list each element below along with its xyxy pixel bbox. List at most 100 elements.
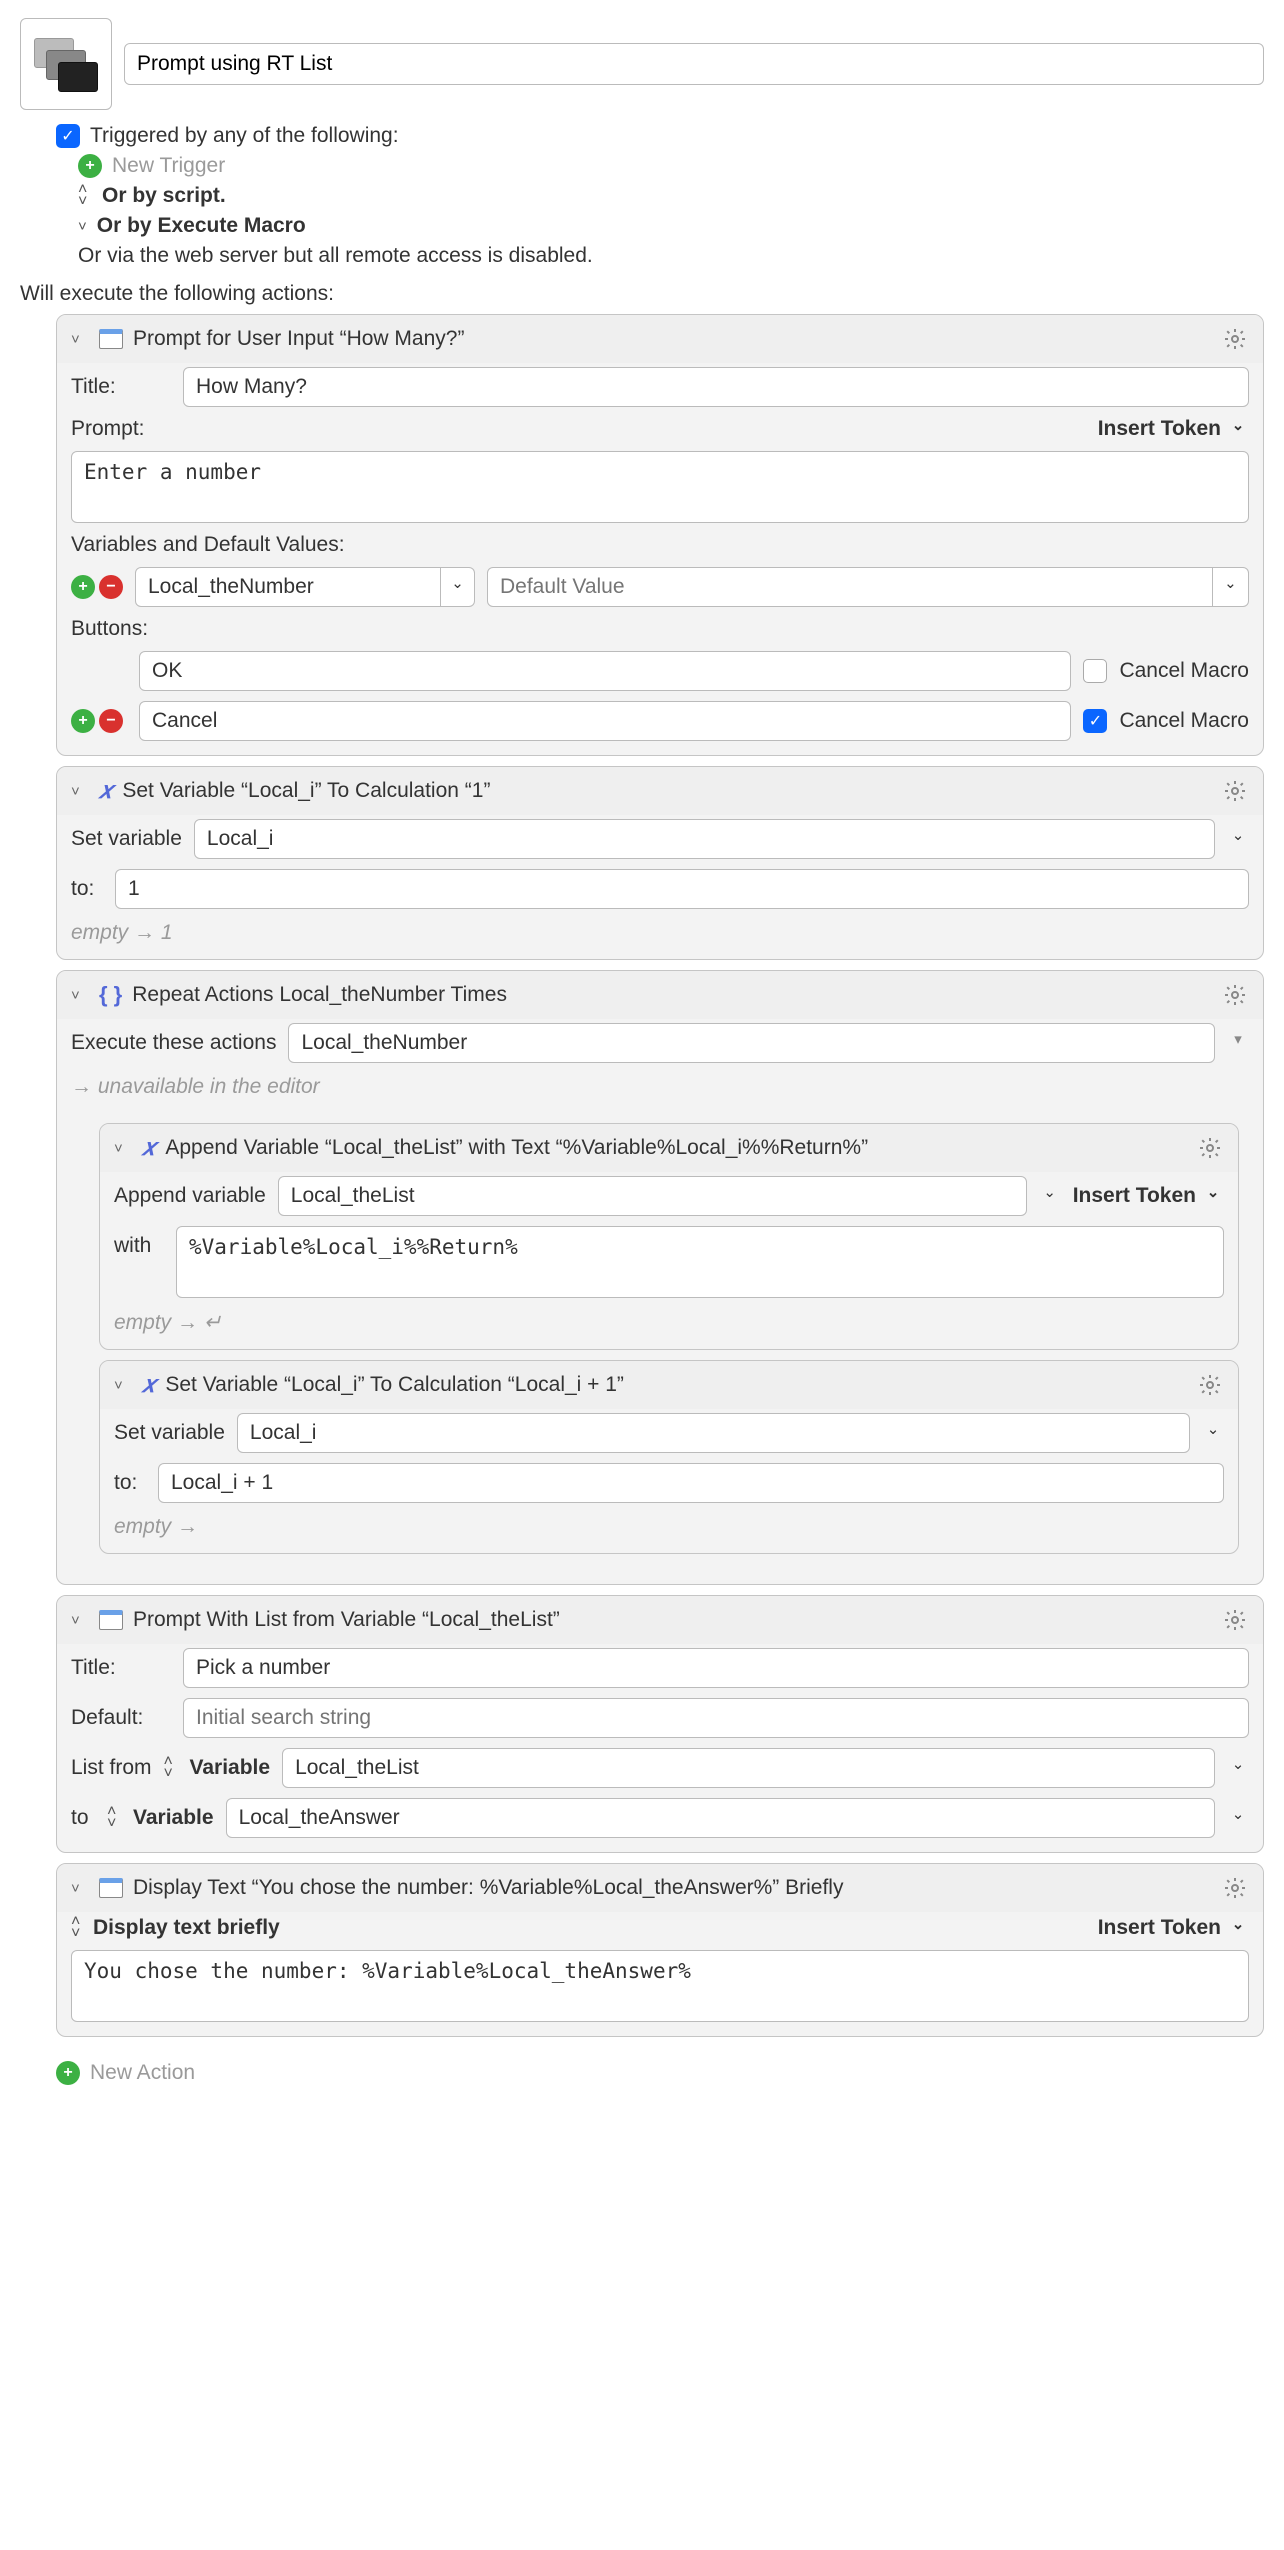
app-window-icon bbox=[99, 329, 123, 349]
add-button-button[interactable]: + bbox=[71, 709, 95, 733]
app-window-icon bbox=[99, 1610, 123, 1630]
or-by-script-label[interactable]: Or by script. bbox=[102, 184, 226, 208]
add-trigger-button[interactable]: + bbox=[78, 154, 102, 178]
variable-label[interactable]: Variable bbox=[190, 1756, 271, 1780]
with-textarea[interactable] bbox=[176, 1226, 1224, 1298]
add-var-button[interactable]: + bbox=[71, 575, 95, 599]
to-value-input[interactable] bbox=[115, 869, 1249, 909]
or-by-execute-label[interactable]: Or by Execute Macro bbox=[97, 214, 306, 238]
action-title: Repeat Actions Local_theNumber Times bbox=[132, 983, 1211, 1007]
var-name-input[interactable] bbox=[135, 567, 441, 607]
disclose-icon[interactable] bbox=[71, 987, 89, 1004]
cancel-macro-label: Cancel Macro bbox=[1119, 659, 1249, 683]
variable-x-icon: 𝑥 bbox=[142, 1372, 155, 1399]
display-mode-button[interactable]: Display text briefly bbox=[93, 1916, 280, 1940]
prompt-textarea[interactable] bbox=[71, 451, 1249, 523]
set-variable-dropdown[interactable] bbox=[1202, 1424, 1224, 1442]
triggered-checkbox[interactable]: ✓ bbox=[56, 124, 80, 148]
buttons-label: Buttons: bbox=[71, 617, 148, 641]
preview-row: empty → 1 bbox=[71, 919, 1249, 945]
gear-icon[interactable] bbox=[1221, 325, 1249, 353]
gear-icon[interactable] bbox=[1221, 981, 1249, 1009]
set-variable-input[interactable] bbox=[194, 819, 1215, 859]
gear-icon[interactable] bbox=[1196, 1371, 1224, 1399]
gear-icon[interactable] bbox=[1221, 777, 1249, 805]
action-title: Prompt for User Input “How Many?” bbox=[133, 327, 1211, 351]
prompt-label: Prompt: bbox=[71, 417, 171, 441]
dest-var-input[interactable] bbox=[226, 1798, 1215, 1838]
ok-cancel-macro-checkbox[interactable]: ✓ bbox=[1083, 659, 1107, 683]
list-var-dropdown[interactable] bbox=[1227, 1759, 1249, 1777]
disclose-icon[interactable] bbox=[71, 1612, 89, 1629]
title-input[interactable] bbox=[183, 367, 1249, 407]
disclose-icon[interactable] bbox=[114, 1140, 132, 1157]
repeat-dropdown[interactable] bbox=[1227, 1034, 1249, 1052]
remove-var-button[interactable]: − bbox=[99, 575, 123, 599]
new-action-label[interactable]: New Action bbox=[90, 2061, 195, 2085]
variable-x-icon: 𝑥 bbox=[99, 778, 112, 805]
insert-token-button[interactable]: Insert Token bbox=[1098, 417, 1249, 441]
add-action-button[interactable]: + bbox=[56, 2061, 80, 2085]
cancel-macro-label-2: Cancel Macro bbox=[1119, 709, 1249, 733]
title-label: Title: bbox=[71, 375, 171, 399]
sort-icon-small[interactable] bbox=[71, 1917, 85, 1939]
gear-icon[interactable] bbox=[1221, 1874, 1249, 1902]
list-var-input[interactable] bbox=[282, 1748, 1215, 1788]
chevron-down-icon[interactable] bbox=[78, 218, 87, 235]
new-trigger-label[interactable]: New Trigger bbox=[112, 154, 225, 178]
to-label: to bbox=[71, 1806, 95, 1830]
var-name-dropdown[interactable] bbox=[441, 567, 475, 607]
action-title: Set Variable “Local_i” To Calculation “1… bbox=[122, 779, 1211, 803]
disclose-icon[interactable] bbox=[71, 331, 89, 348]
to-label: to: bbox=[114, 1471, 146, 1495]
macro-icon[interactable] bbox=[20, 18, 112, 110]
repeat-count-input[interactable] bbox=[288, 1023, 1215, 1063]
preview-row: empty → bbox=[114, 1513, 1224, 1539]
action-prompt-user-input: Prompt for User Input “How Many?” Title:… bbox=[56, 314, 1264, 756]
disclose-icon[interactable] bbox=[71, 1880, 89, 1897]
insert-token-button[interactable]: Insert Token bbox=[1073, 1184, 1224, 1208]
stacked-windows-icon bbox=[34, 38, 98, 90]
action-title: Set Variable “Local_i” To Calculation “L… bbox=[165, 1373, 1186, 1397]
variable-x-icon: 𝑥 bbox=[142, 1135, 155, 1162]
var-default-dropdown[interactable] bbox=[1213, 567, 1249, 607]
sort-icon-small[interactable] bbox=[164, 1757, 178, 1779]
gear-icon[interactable] bbox=[1196, 1134, 1224, 1162]
insert-token-button[interactable]: Insert Token bbox=[1098, 1916, 1249, 1940]
remote-access-label: Or via the web server but all remote acc… bbox=[78, 244, 593, 268]
braces-icon: { } bbox=[99, 982, 122, 1008]
append-label: Append variable bbox=[114, 1184, 266, 1208]
set-variable-label: Set variable bbox=[114, 1421, 225, 1445]
action-display-text: Display Text “You chose the number: %Var… bbox=[56, 1863, 1264, 2037]
sort-icon[interactable] bbox=[78, 185, 92, 207]
action-prompt-with-list: Prompt With List from Variable “Local_th… bbox=[56, 1595, 1264, 1853]
gear-icon[interactable] bbox=[1221, 1606, 1249, 1634]
cancel-cancel-macro-checkbox[interactable]: ✓ bbox=[1083, 709, 1107, 733]
action-set-variable-i-1: 𝑥 Set Variable “Local_i” To Calculation … bbox=[56, 766, 1264, 960]
disclose-icon[interactable] bbox=[71, 783, 89, 800]
dest-var-dropdown[interactable] bbox=[1227, 1809, 1249, 1827]
set-variable-label: Set variable bbox=[71, 827, 182, 851]
append-var-input[interactable] bbox=[278, 1176, 1027, 1216]
variable-label-2[interactable]: Variable bbox=[133, 1806, 214, 1830]
to-label: to: bbox=[71, 877, 103, 901]
to-value-input[interactable] bbox=[158, 1463, 1224, 1503]
disclose-icon[interactable] bbox=[114, 1377, 132, 1394]
remove-button-button[interactable]: − bbox=[99, 709, 123, 733]
button-ok-input[interactable] bbox=[139, 651, 1071, 691]
default-label: Default: bbox=[71, 1706, 171, 1730]
var-default-input[interactable] bbox=[487, 567, 1213, 607]
set-variable-input[interactable] bbox=[237, 1413, 1190, 1453]
default-input[interactable] bbox=[183, 1698, 1249, 1738]
set-variable-dropdown[interactable] bbox=[1227, 830, 1249, 848]
triggered-label: Triggered by any of the following: bbox=[90, 124, 399, 148]
list-from-label: List from bbox=[71, 1756, 152, 1780]
append-var-dropdown[interactable] bbox=[1039, 1187, 1061, 1205]
button-cancel-input[interactable] bbox=[139, 701, 1071, 741]
title-input[interactable] bbox=[183, 1648, 1249, 1688]
action-append-variable: 𝑥 Append Variable “Local_theList” with T… bbox=[99, 1123, 1239, 1350]
display-text-textarea[interactable] bbox=[71, 1950, 1249, 2022]
action-title: Prompt With List from Variable “Local_th… bbox=[133, 1608, 1211, 1632]
macro-name-input[interactable] bbox=[124, 43, 1264, 85]
sort-icon-small[interactable] bbox=[107, 1807, 121, 1829]
